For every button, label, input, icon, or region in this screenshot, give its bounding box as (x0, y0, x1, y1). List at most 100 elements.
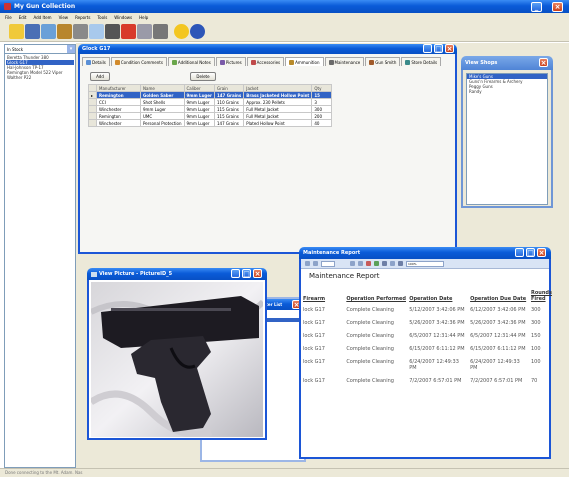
tab-accessories[interactable]: Accessories (246, 57, 285, 66)
tab-label: Accessories (256, 59, 281, 65)
export-icon[interactable] (398, 261, 403, 266)
tab-additional-notes[interactable]: Additional Notes (167, 57, 215, 66)
table-row[interactable]: Remington UMC 9mm Luger 115 Grains Full Meta… (88, 112, 333, 120)
tab-store-details[interactable]: Store Details (401, 57, 442, 66)
report-cell: 100 (530, 359, 541, 365)
report-cell: 6/5/2007 12:31:44 PM (409, 333, 465, 339)
stock-minimize-button[interactable]: _ (423, 44, 432, 53)
column-header[interactable]: Grain (213, 84, 245, 92)
report-cell: 100 (530, 346, 541, 352)
column-header[interactable]: Jacket (243, 84, 313, 92)
row-selector[interactable] (88, 98, 97, 106)
report-column-header: Rounds Fired (530, 290, 552, 302)
last-page-icon[interactable] (358, 261, 363, 266)
report-minimize-button[interactable]: _ (515, 248, 524, 257)
search-icon[interactable] (89, 24, 104, 39)
picture-close-button[interactable]: × (253, 269, 262, 278)
picture-maximize-button[interactable]: □ (242, 269, 251, 278)
report-window: Maintenance Report _ □ × 100% Maintenanc… (299, 247, 552, 459)
menu-view[interactable]: View (59, 15, 69, 20)
next-page-icon[interactable] (350, 261, 355, 266)
report-cell: 5/12/2007 3:42:06 PM (409, 307, 465, 313)
tab-gun-smith[interactable]: Gun Smith (365, 57, 401, 66)
shops-close-button[interactable]: × (539, 58, 548, 67)
report-icon[interactable] (137, 24, 152, 39)
sidebar-item[interactable]: Walther P22 (6, 75, 74, 80)
close-button[interactable]: × (552, 2, 563, 12)
table-cell: Plated Hollow Point (243, 119, 313, 127)
report-cell: Complete Cleaning (346, 359, 394, 365)
tab-details[interactable]: Details (82, 57, 110, 66)
stock-maximize-button[interactable]: □ (434, 44, 443, 53)
picture-window-title: View Picture - PictureID_5 (99, 271, 173, 277)
table-row[interactable]: Winchester Personal Protection 9mm Luger 14… (88, 119, 333, 127)
first-page-icon[interactable] (305, 261, 310, 266)
minimize-button[interactable]: _ (531, 2, 542, 12)
refresh-icon[interactable] (374, 261, 379, 266)
help-icon[interactable] (190, 24, 205, 39)
grid-header-row: Manufacturer Name Caliber Grain Jacket Qty (88, 84, 333, 92)
report-cell: Complete Cleaning (346, 307, 394, 313)
table-cell: UMC (140, 112, 185, 120)
report-cell: 6/15/2007 6:11:12 PM (470, 346, 526, 352)
table-row[interactable]: CCI Shot Shells 9mm Luger 110 Grains Approx.… (88, 98, 333, 106)
tab-condition-comments[interactable]: Condition Comments (110, 57, 167, 66)
row-selector[interactable] (88, 105, 97, 113)
stop-icon[interactable] (366, 261, 371, 266)
smiley-icon[interactable] (174, 24, 189, 39)
gun-icon[interactable] (105, 24, 120, 39)
table-cell: 15 (311, 91, 333, 99)
column-header[interactable]: Qty (311, 84, 333, 92)
report-cell: 300 (530, 320, 541, 326)
row-selector[interactable] (88, 119, 97, 127)
row-selector[interactable]: ▸ (88, 91, 97, 99)
stock-window-title: Glock G17 (82, 46, 111, 52)
report-cell: lock G17 (303, 307, 325, 313)
column-header[interactable]: Name (140, 84, 185, 92)
menu-windows[interactable]: Windows (114, 15, 132, 20)
report-cell: lock G17 (303, 333, 325, 339)
report-cell: 6/24/2007 12:49:33 PM (470, 359, 520, 371)
menu-file[interactable]: File (5, 15, 12, 20)
chart-icon[interactable] (41, 24, 56, 39)
column-header[interactable]: Manufacturer (96, 84, 141, 92)
tools-icon[interactable] (73, 24, 88, 39)
open-icon[interactable] (9, 24, 24, 39)
table-row[interactable]: Winchester 9mm Luger 9mm Luger 115 Grains Fu… (88, 105, 333, 113)
stock-close-button[interactable]: × (445, 44, 454, 53)
delete-button[interactable]: Delete (190, 72, 216, 81)
tab-label: Ammunition (295, 59, 320, 65)
save-icon[interactable] (25, 24, 40, 39)
report-cell: 6/5/2007 12:31:44 PM (470, 333, 526, 339)
tab-label: Additional Notes (177, 59, 211, 65)
tab-label: Details (92, 59, 106, 65)
column-header[interactable]: Caliber (183, 84, 215, 92)
row-selector[interactable] (88, 112, 97, 120)
report-close-button[interactable]: × (537, 248, 546, 257)
delete-icon[interactable] (121, 24, 136, 39)
print-icon[interactable] (382, 261, 387, 266)
menu-tools[interactable]: Tools (97, 15, 107, 20)
report-cell: 7/2/2007 6:57:01 PM (470, 378, 523, 384)
menu-help[interactable]: Help (139, 15, 148, 20)
report-cell: 150 (530, 333, 541, 339)
menu-reports[interactable]: Reports (75, 15, 90, 20)
ammo-icon[interactable] (57, 24, 72, 39)
picture-minimize-button[interactable]: _ (231, 269, 240, 278)
zoom-select[interactable]: 100% (406, 260, 444, 267)
menu-edit[interactable]: Edit (19, 15, 27, 20)
table-row[interactable]: ▸ Remington Golden Saber 9mm Luger 147 Grain… (88, 91, 333, 99)
tab-icon (86, 59, 91, 65)
prev-page-icon[interactable] (313, 261, 318, 266)
tab-pictures[interactable]: Pictures (215, 57, 246, 66)
tab-ammunition[interactable]: Ammunition (285, 57, 324, 66)
shop-item[interactable]: Randy (467, 89, 547, 94)
tab-maintenance[interactable]: Maintenance (324, 57, 365, 66)
filter-dropdown[interactable]: In Stock ▾ (5, 45, 75, 54)
scope-icon[interactable] (153, 24, 168, 39)
report-maximize-button[interactable]: □ (526, 248, 535, 257)
add-button[interactable]: Add (90, 72, 110, 81)
page-setup-icon[interactable] (390, 261, 395, 266)
page-number-field[interactable] (321, 260, 335, 267)
menu-add-item[interactable]: Add Item (33, 15, 51, 20)
